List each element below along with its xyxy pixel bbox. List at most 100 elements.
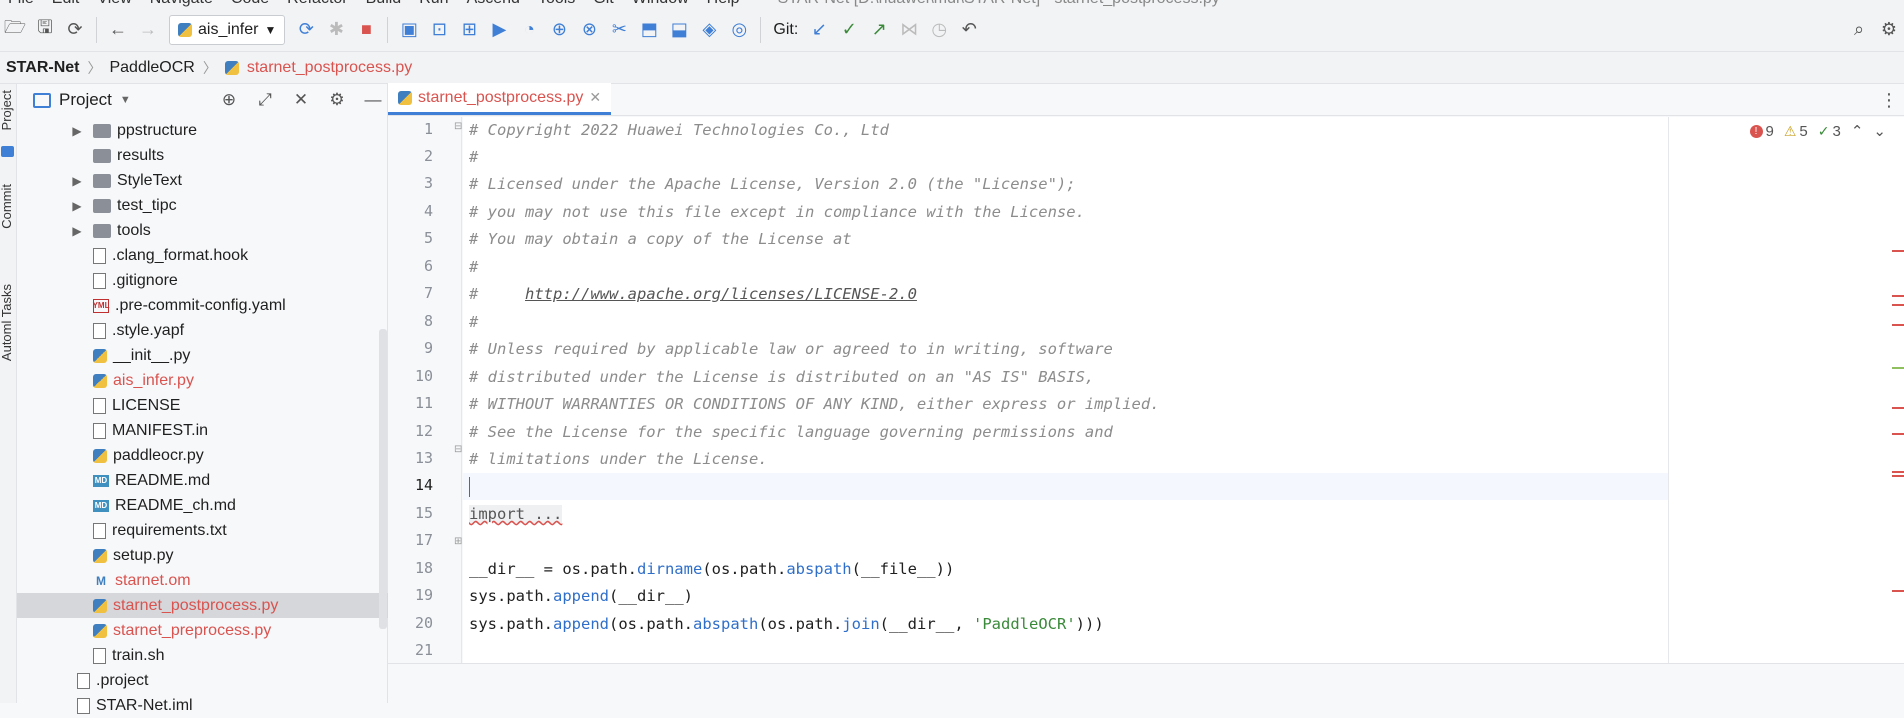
- ascend-tool-4-icon[interactable]: ▶: [484, 15, 514, 45]
- hide-panel-icon[interactable]: —: [359, 86, 387, 114]
- tree-scrollbar[interactable]: [379, 329, 387, 629]
- tree-item[interactable]: MD README.md: [17, 468, 388, 493]
- tool-tab-commit[interactable]: Commit: [0, 184, 14, 229]
- tool-tab-automl-tasks[interactable]: Automl Tasks: [0, 284, 14, 361]
- close-tab-icon[interactable]: ✕: [589, 89, 601, 106]
- menu-item-view[interactable]: View: [97, 0, 131, 8]
- menu-item-navigate[interactable]: Navigate: [150, 0, 213, 8]
- tree-item[interactable]: ▶ ppstructure: [17, 118, 388, 143]
- tool-tab-project[interactable]: Project: [0, 90, 14, 130]
- ascend-tool-2-icon[interactable]: ⊡: [424, 15, 454, 45]
- ascend-tool-5-icon[interactable]: ◔: [514, 15, 544, 45]
- sync-icon[interactable]: ⟳: [60, 15, 90, 45]
- line-number[interactable]: 13: [415, 449, 433, 467]
- settings-gear-icon[interactable]: ⚙: [1874, 15, 1904, 45]
- line-number[interactable]: 1: [424, 120, 433, 138]
- code-line-12[interactable]: # See the License for the specific langu…: [469, 419, 1113, 446]
- change-stripe-marker[interactable]: [1892, 367, 1904, 369]
- line-number[interactable]: 20: [415, 614, 433, 632]
- error-stripe-marker[interactable]: [1892, 250, 1904, 252]
- expand-arrow-icon[interactable]: ▶: [69, 174, 85, 188]
- expand-arrow-icon[interactable]: ▶: [69, 124, 85, 138]
- code-line-10[interactable]: # distributed under the License is distr…: [469, 364, 1094, 391]
- menu-item-file[interactable]: File: [8, 0, 34, 8]
- git-rollback-icon[interactable]: ↶: [954, 15, 984, 45]
- menu-item-ascend[interactable]: Ascend: [467, 0, 520, 8]
- menu-item-git[interactable]: Git: [593, 0, 613, 8]
- ascend-tool-7-icon[interactable]: ⊗: [574, 15, 604, 45]
- inspection-widget[interactable]: ! 9 ⚠ 5 ✓ 3 ⌃ ⌄: [1749, 122, 1886, 140]
- open-folder-icon[interactable]: 🗁: [0, 15, 30, 45]
- error-stripe-marker[interactable]: [1892, 304, 1904, 306]
- breadcrumb-file[interactable]: starnet_postprocess.py: [247, 59, 412, 77]
- ascend-tool-9-icon[interactable]: ⬒: [634, 15, 664, 45]
- code-line-18[interactable]: __dir__ = os.path.dirname(os.path.abspat…: [469, 556, 954, 583]
- git-push-icon[interactable]: ↗: [864, 15, 894, 45]
- tree-item[interactable]: .project: [17, 668, 388, 693]
- tree-item[interactable]: .clang_format.hook: [17, 243, 388, 268]
- debug-icon[interactable]: ✱: [321, 15, 351, 45]
- git-update-icon[interactable]: ↙: [804, 15, 834, 45]
- tree-item[interactable]: STAR-Net.iml: [17, 693, 388, 718]
- error-stripe-marker[interactable]: [1892, 590, 1904, 592]
- tree-item[interactable]: ▶ test_tipc: [17, 193, 388, 218]
- code-line-20[interactable]: sys.path.append(os.path.abspath(os.path.…: [469, 611, 1104, 638]
- git-compare-icon[interactable]: ⋈: [894, 15, 924, 45]
- code-line-15[interactable]: import ...: [469, 501, 563, 528]
- fold-marker-icon[interactable]: ⊟: [454, 121, 462, 132]
- editor-tab-starnet-postprocess[interactable]: starnet_postprocess.py ✕: [388, 83, 612, 115]
- error-stripe-marker[interactable]: [1892, 433, 1904, 435]
- tree-item[interactable]: ▶ tools: [17, 218, 388, 243]
- previous-highlight-icon[interactable]: ⌃: [1851, 122, 1864, 140]
- line-number[interactable]: 5: [424, 229, 433, 247]
- tree-item[interactable]: MANIFEST.in: [17, 418, 388, 443]
- panel-settings-gear-icon[interactable]: ⚙: [323, 86, 351, 114]
- ascend-tool-3-icon[interactable]: ⊞: [454, 15, 484, 45]
- tree-item[interactable]: requirements.txt: [17, 518, 388, 543]
- code-line-3[interactable]: # Licensed under the Apache License, Ver…: [469, 171, 1076, 198]
- menu-item-window[interactable]: Window: [632, 0, 689, 8]
- menu-item-edit[interactable]: Edit: [52, 0, 80, 8]
- error-stripe-marker[interactable]: [1892, 324, 1904, 326]
- error-count[interactable]: ! 9: [1749, 123, 1774, 140]
- code-line-8[interactable]: #: [469, 309, 478, 336]
- breadcrumb-root[interactable]: STAR-Net: [6, 59, 79, 77]
- menu-item-code[interactable]: Code: [231, 0, 269, 8]
- tree-item[interactable]: MD README_ch.md: [17, 493, 388, 518]
- line-number[interactable]: 7: [424, 284, 433, 302]
- git-history-icon[interactable]: ◷: [924, 15, 954, 45]
- code-line-2[interactable]: #: [469, 144, 478, 171]
- tree-item[interactable]: Mstarnet.om: [17, 568, 388, 593]
- expand-all-icon[interactable]: ⤢: [251, 86, 279, 114]
- code-line-1[interactable]: # Copyright 2022 Huawei Technologies Co.…: [469, 117, 889, 144]
- code-line-4[interactable]: # you may not use this file except in co…: [469, 199, 1085, 226]
- line-number[interactable]: 3: [424, 174, 433, 192]
- breadcrumb-folder[interactable]: PaddleOCR: [109, 59, 194, 77]
- line-number[interactable]: 18: [415, 559, 433, 577]
- git-commit-icon[interactable]: ✓: [834, 15, 864, 45]
- tree-item[interactable]: paddleocr.py: [17, 443, 388, 468]
- code-line-5[interactable]: # You may obtain a copy of the License a…: [469, 226, 852, 253]
- search-icon[interactable]: ⌕: [1844, 15, 1874, 45]
- line-number[interactable]: 17: [415, 531, 433, 549]
- tree-item[interactable]: LICENSE: [17, 393, 388, 418]
- tree-item[interactable]: .style.yapf: [17, 318, 388, 343]
- tree-item[interactable]: YML .pre-commit-config.yaml: [17, 293, 388, 318]
- project-panel-title[interactable]: Project: [59, 90, 112, 110]
- tree-item[interactable]: train.sh: [17, 643, 388, 668]
- more-options-icon[interactable]: ⋮: [1880, 90, 1898, 111]
- error-stripe-marker[interactable]: [1892, 295, 1904, 297]
- tree-item[interactable]: .gitignore: [17, 268, 388, 293]
- line-number[interactable]: 21: [415, 641, 433, 659]
- line-number[interactable]: 12: [415, 422, 433, 440]
- menu-item-help[interactable]: Help: [707, 0, 740, 8]
- tree-item[interactable]: __init__.py: [17, 343, 388, 368]
- stop-icon[interactable]: ■: [351, 15, 381, 45]
- line-number[interactable]: 11: [415, 394, 433, 412]
- code-line-19[interactable]: sys.path.append(__dir__): [469, 583, 693, 610]
- next-highlight-icon[interactable]: ⌄: [1873, 122, 1886, 140]
- warning-count[interactable]: ⚠ 5: [1784, 123, 1808, 140]
- tree-item[interactable]: starnet_postprocess.py: [17, 593, 388, 618]
- ascend-tool-10-icon[interactable]: ⬓: [664, 15, 694, 45]
- line-number[interactable]: 6: [424, 257, 433, 275]
